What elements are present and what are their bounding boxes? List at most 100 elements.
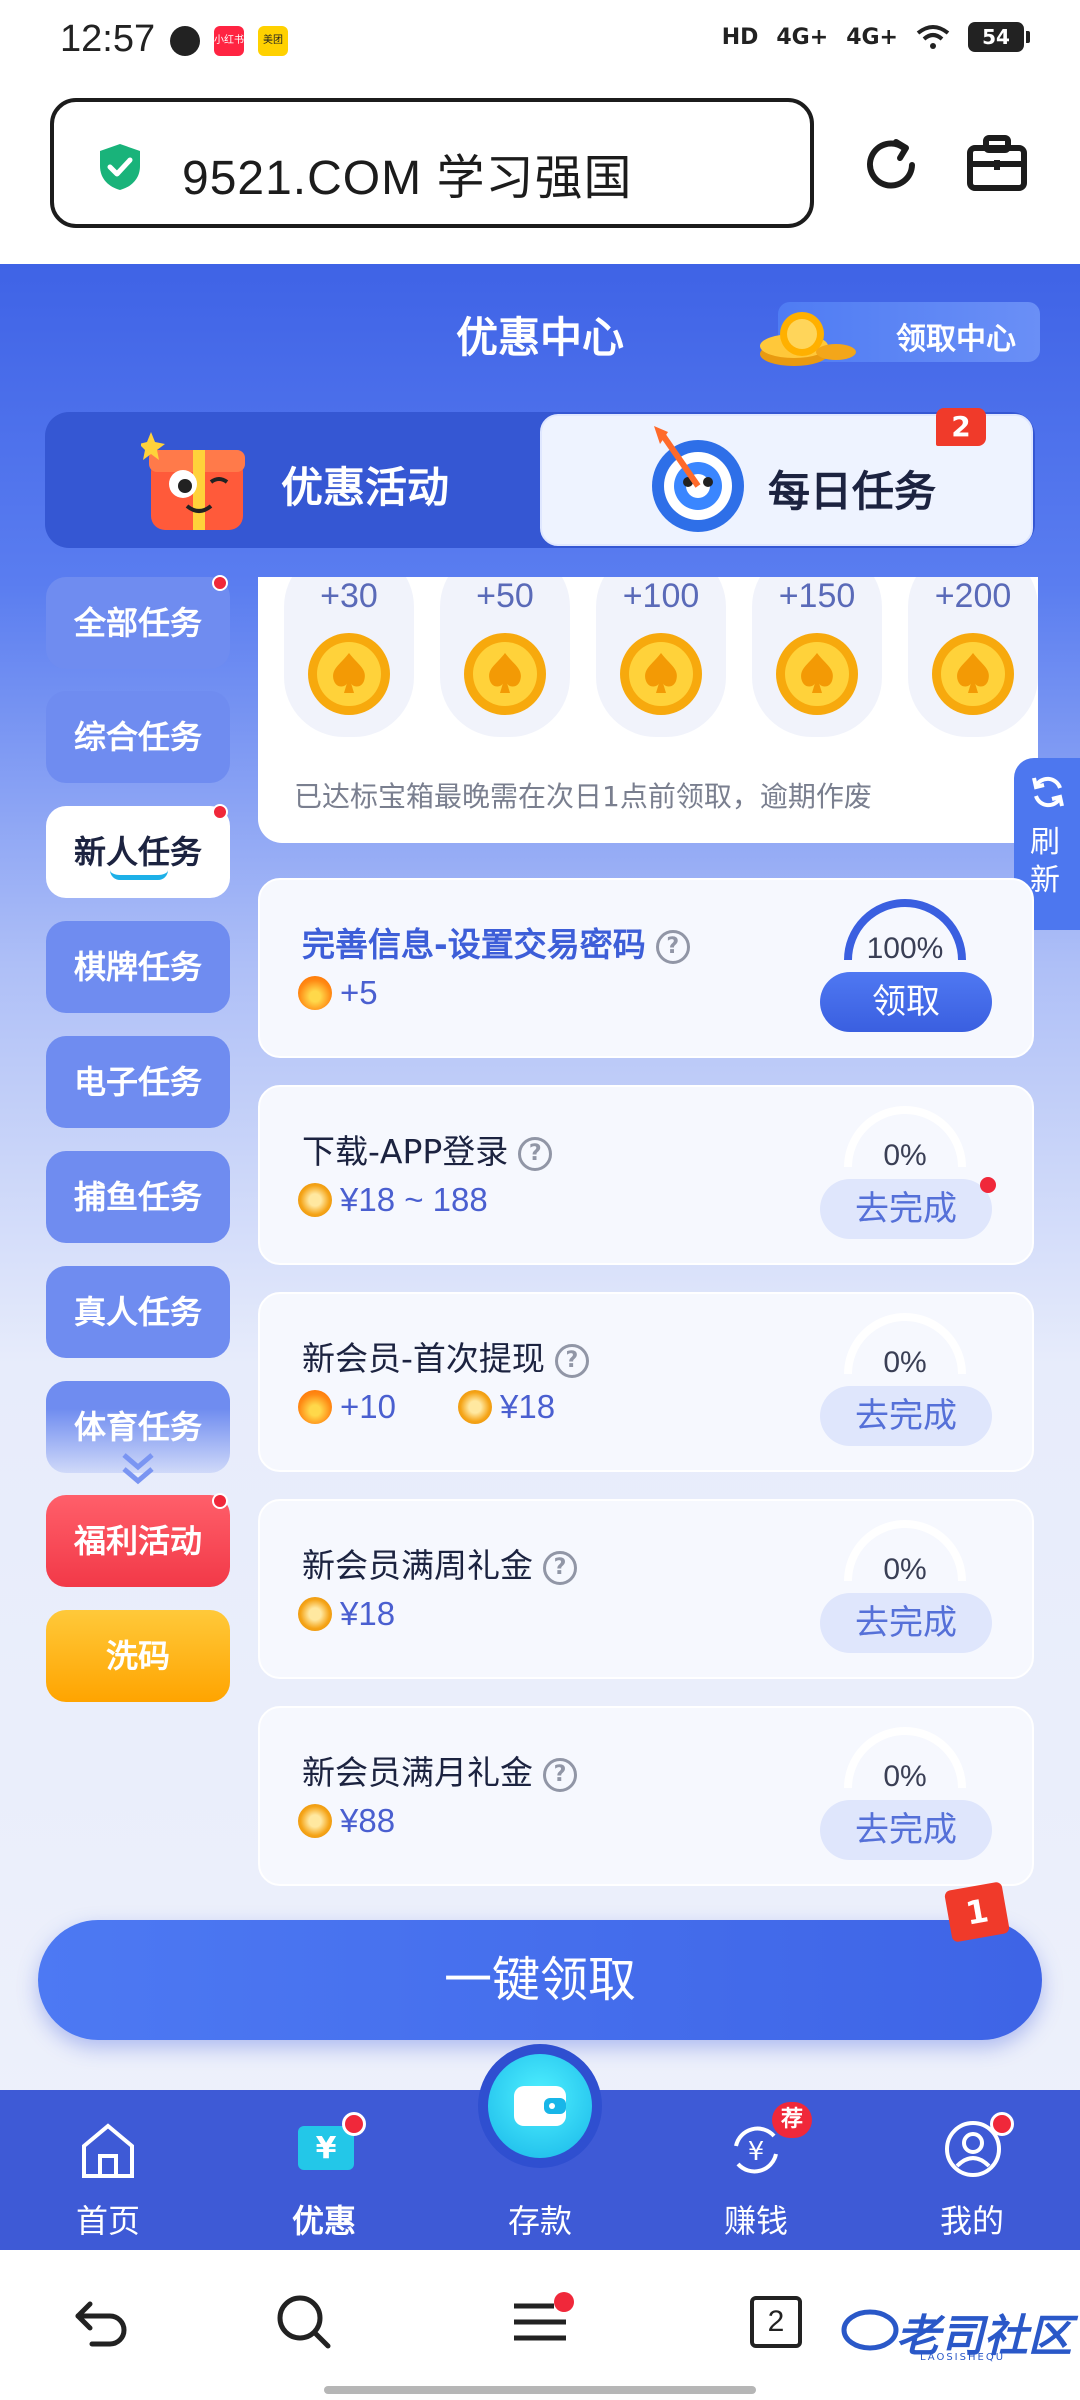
notification-dot (212, 575, 228, 591)
watermark-sub: LAOSISHEQU (920, 2352, 1006, 2363)
recommend-badge: 荐 (772, 2102, 812, 2138)
browser-bottom-nav: 2 老司社区 LAOSISHEQU (0, 2250, 1080, 2400)
sidebar-item-all[interactable]: 全部任务 (46, 575, 230, 669)
treasure-box-card: +30 +50 +100 +150 +200 已达标宝箱最晚需在次日1点前领取，… (258, 577, 1038, 843)
one-click-claim-button[interactable]: 一键领取 (38, 1920, 1042, 2040)
sidebar-item-fishing[interactable]: 捕鱼任务 (46, 1151, 230, 1243)
nav-label: 我的 (939, 2202, 1004, 2240)
nav-home[interactable]: 首页 (28, 2090, 188, 2250)
help-icon[interactable]: ? (655, 930, 690, 964)
tab-bar: 优惠活动 每日任务 2 (45, 408, 1035, 548)
coin-icon (464, 633, 546, 715)
coin-icon (308, 633, 390, 715)
task-card: 新会员满周礼金? ¥18 0% 去完成 (258, 1499, 1034, 1679)
chest-amount: +100 (622, 577, 700, 615)
task-title-text: 下载-APP登录 (302, 1132, 509, 1171)
meituan-icon: 美团 (258, 26, 288, 56)
go-complete-button[interactable]: 去完成 (820, 1386, 992, 1446)
nav-earn[interactable]: ¥ 荐 赚钱 (676, 2090, 836, 2250)
tab-switcher-button[interactable]: 2 (750, 2296, 802, 2348)
go-complete-button[interactable]: 去完成 (820, 1179, 992, 1239)
task-reward: ¥18 (298, 1595, 395, 1633)
sidebar-item-label: 电子任务 (73, 1063, 202, 1101)
sidebar-item-label: 福利活动 (73, 1522, 202, 1560)
task-card: 下载-APP登录? ¥18 ~ 188 0% 去完成 (258, 1085, 1034, 1265)
bot-app-icon (170, 26, 200, 56)
help-icon[interactable]: ? (518, 1137, 553, 1171)
help-icon[interactable]: ? (543, 1551, 577, 1585)
task-title: 新会员满月礼金? (302, 1746, 577, 1794)
gesture-bar[interactable] (324, 2386, 756, 2394)
notification-dot (212, 804, 228, 820)
nav-profile[interactable]: 我的 (892, 2090, 1052, 2250)
treasure-chest[interactable]: +200 (908, 577, 1038, 747)
task-progress: 0% (883, 1760, 927, 1793)
shield-icon (100, 144, 140, 190)
claim-center-label: 领取中心 (896, 322, 1016, 357)
notification-dot (342, 2112, 366, 2136)
coins-icon (760, 312, 856, 366)
deposit-button[interactable] (478, 2044, 602, 2168)
tab-badge: 2 (936, 408, 986, 446)
task-card: 完善信息-设置交易密码? +5 100% 领取 (258, 878, 1034, 1058)
refresh-icon (1032, 776, 1064, 808)
go-complete-button[interactable]: 去完成 (820, 1593, 992, 1653)
task-progress: 100% (866, 932, 944, 965)
sidebar-item-welfare[interactable]: 福利活动 (46, 1493, 230, 1587)
sidebar-item-newcomer[interactable]: 新人任务 (46, 804, 230, 898)
nav-label: 存款 (507, 2202, 572, 2240)
nav-label: 首页 (75, 2202, 140, 2240)
reward-text: +10 (340, 1388, 396, 1425)
task-progress: 0% (883, 1553, 927, 1586)
sidebar-item-slots[interactable]: 电子任务 (46, 1036, 230, 1128)
svg-text:¥: ¥ (748, 2137, 765, 2167)
chest-amount: +200 (934, 577, 1012, 615)
chest-amount: +150 (778, 577, 856, 615)
treasure-chest[interactable]: +100 (596, 577, 726, 747)
sidebar-item-label: 综合任务 (73, 718, 202, 756)
status-time: 12:57 (60, 18, 156, 60)
money-bag-icon (458, 1390, 492, 1424)
status-indicators: HD 4G+ 4G+ 54 (722, 22, 1030, 52)
tab-daily-tasks[interactable]: 每日任务 2 (540, 408, 1033, 546)
notification-dot (990, 2112, 1014, 2136)
back-icon[interactable] (70, 2290, 134, 2354)
toolbox-icon[interactable] (962, 128, 1032, 198)
sidebar-item-general[interactable]: 综合任务 (46, 691, 230, 783)
sidebar-item-live[interactable]: 真人任务 (46, 1266, 230, 1358)
money-bag-icon (298, 1597, 332, 1631)
task-reward: ¥18 (458, 1388, 555, 1426)
sidebar-item-rebate[interactable]: 洗码 (46, 1610, 230, 1702)
sidebar-item-cards[interactable]: 棋牌任务 (46, 921, 230, 1013)
active-underline (110, 870, 168, 880)
chest-amount: +50 (476, 577, 534, 615)
claim-center-button[interactable]: 领取中心 (760, 302, 1040, 366)
sidebar-item-label: 体育任务 (73, 1408, 202, 1446)
treasure-chest[interactable]: +30 (284, 577, 414, 747)
reload-icon[interactable] (856, 130, 926, 200)
task-card: 新会员满月礼金? ¥88 0% 去完成 (258, 1706, 1034, 1886)
wallet-icon (488, 2054, 592, 2158)
treasure-chest[interactable]: +50 (440, 577, 570, 747)
task-title-text: 新会员满月礼金 (302, 1753, 533, 1792)
treasure-chest[interactable]: +150 (752, 577, 882, 747)
search-icon[interactable] (272, 2290, 336, 2354)
task-title: 完善信息-设置交易密码? (302, 918, 690, 966)
tab-promotions[interactable]: 优惠活动 (45, 412, 540, 548)
sidebar-item-label: 真人任务 (73, 1293, 202, 1331)
task-reward: +10 (298, 1388, 396, 1426)
chevron-down-icon[interactable] (118, 1449, 158, 1489)
money-bag-icon (298, 1183, 332, 1217)
url-bar[interactable]: 9521.COM 学习强国 (50, 98, 814, 228)
help-icon[interactable]: ? (554, 1344, 589, 1378)
go-complete-button[interactable]: 去完成 (820, 1800, 992, 1860)
target-icon (652, 426, 744, 532)
nav-offers[interactable]: ¥ 优惠 (244, 2090, 404, 2250)
promo-center: 优惠中心 领取中心 优惠活动 每日任务 2 全部任务 综合任务 新人任务 棋牌任… (0, 264, 1080, 2250)
flame-icon (298, 1390, 332, 1424)
claim-button[interactable]: 领取 (820, 972, 992, 1032)
task-progress: 0% (883, 1346, 927, 1379)
task-title: 新会员满周礼金? (302, 1539, 577, 1587)
help-icon[interactable]: ? (543, 1758, 577, 1792)
task-reward: ¥18 ~ 188 (298, 1181, 488, 1219)
